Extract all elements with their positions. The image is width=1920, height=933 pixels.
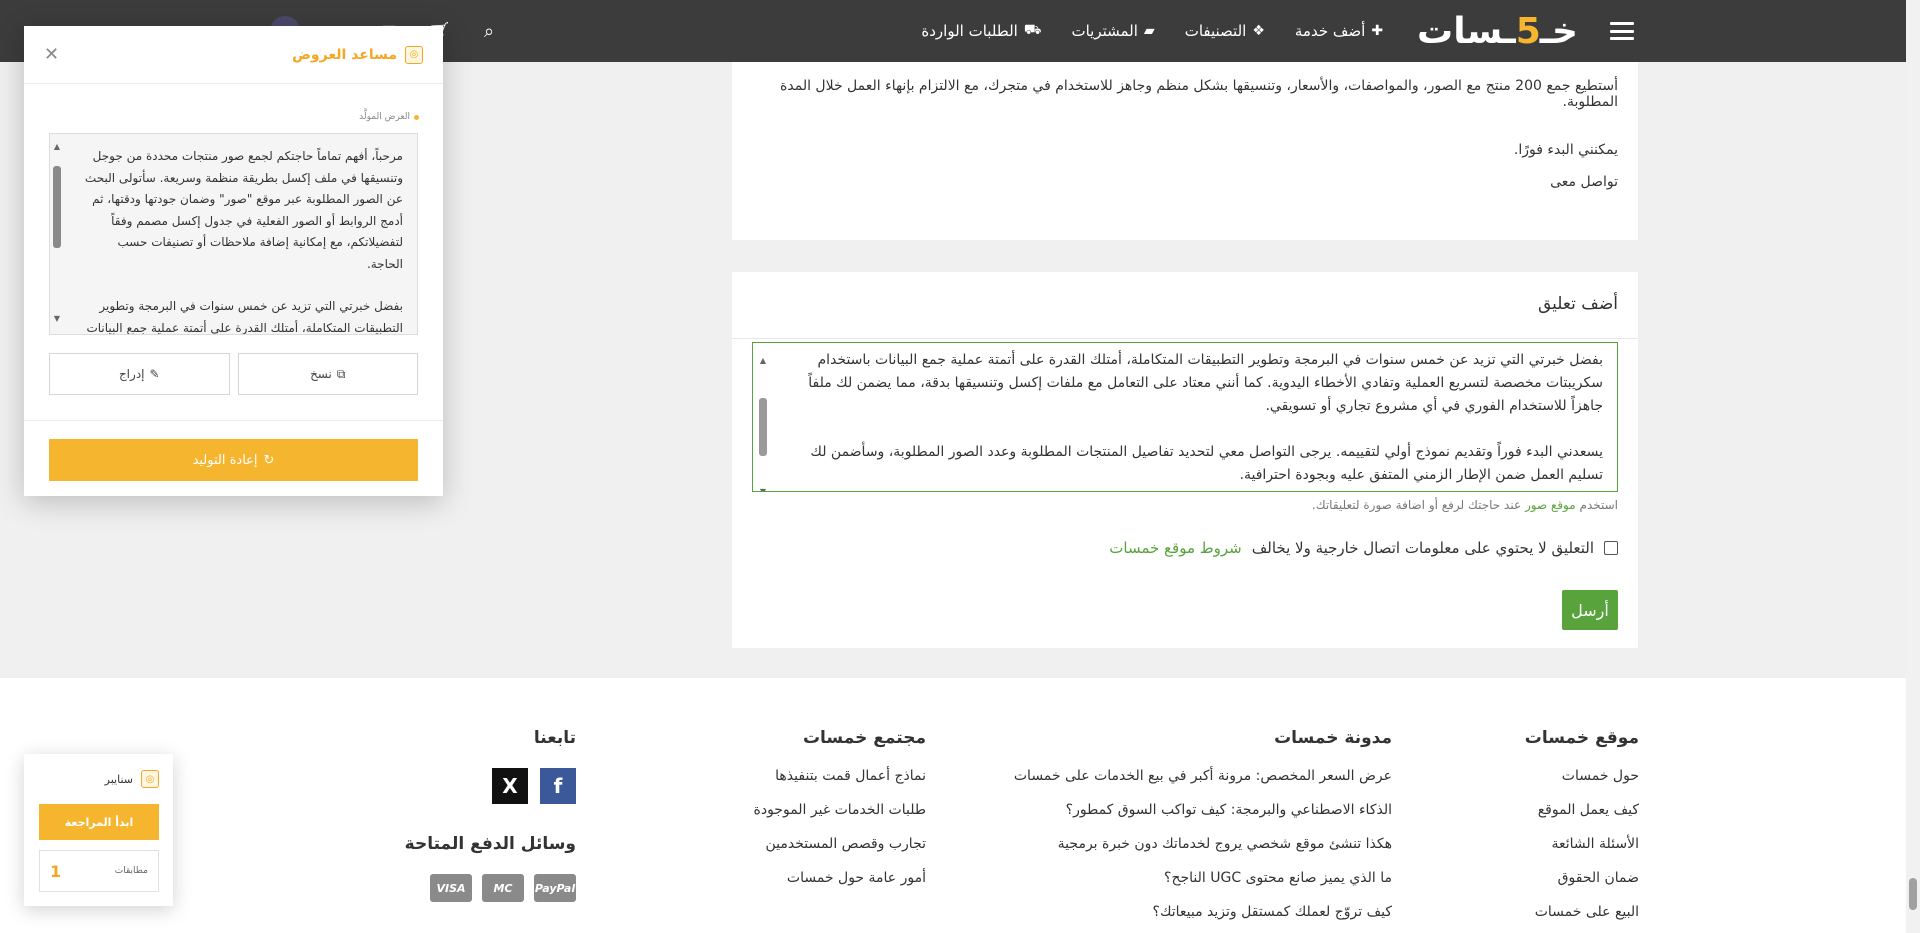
generated-offer-text[interactable]: مرحباً، أفهم تماماً حاجتكم لجمع صور منتج… xyxy=(49,133,418,335)
footer-link[interactable]: حول خمسات xyxy=(1525,768,1639,802)
sniper-header: ◎ سنايبر xyxy=(105,770,159,788)
footer-link[interactable]: كيف يعمل الموقع xyxy=(1525,802,1639,836)
footer-col-follow: تابعنا f X وسائل الدفع المتاحة PayPal MC… xyxy=(405,728,576,902)
footer-col-blog: مدونة خمسات عرض السعر المخصص: مرونة أكبر… xyxy=(1014,728,1392,933)
assistant-title: مساعد العروض xyxy=(292,46,397,63)
terms-link[interactable]: شروط موقع خمسات xyxy=(1109,539,1241,557)
payments-title: وسائل الدفع المتاحة xyxy=(404,834,576,854)
nav-categories[interactable]: ❖ التصنيفات xyxy=(1185,22,1265,40)
offer-line-1: أستطيع جمع 200 منتج مع الصور، والمواصفات… xyxy=(780,78,1618,110)
offers-assistant-panel: ◎ مساعد العروض ✕ العرض المولَّد مرحباً، … xyxy=(24,26,443,496)
paypal-icon: PayPal xyxy=(534,874,576,902)
visa-icon: VISA xyxy=(430,874,472,902)
generated-offer-label: العرض المولَّد xyxy=(359,112,419,122)
page-scroll-thumb[interactable] xyxy=(1909,878,1917,910)
copy-icon: ⧉ xyxy=(336,366,346,381)
comment-textarea[interactable]: بفضل خبرتي التي تزيد عن خمس سنوات في الب… xyxy=(752,342,1618,492)
nav-incoming-orders[interactable]: ⛟ الطلبات الواردة xyxy=(921,22,1041,40)
page-scrollbar[interactable] xyxy=(1906,0,1920,933)
generated-paragraph-2: بفضل خبرتي التي تزيد عن خمس سنوات في الب… xyxy=(86,299,403,335)
social-links: f X xyxy=(405,768,576,804)
scroll-down-icon[interactable]: ▼ xyxy=(758,480,768,491)
footer-link[interactable]: طلبات الخدمات غير الموجودة xyxy=(754,802,927,836)
target-icon: ◎ xyxy=(405,45,423,64)
matches-label: مطابقات xyxy=(114,866,148,876)
truck-icon: ⛟ xyxy=(1023,22,1042,38)
footer-col-title: موقع خمسات xyxy=(1524,728,1639,748)
textarea-scrollbar[interactable]: ▲ ▼ xyxy=(758,349,768,491)
facebook-icon[interactable]: f xyxy=(540,768,576,804)
footer-col-site: موقع خمسات حول خمسات كيف يعمل الموقع الأ… xyxy=(1525,728,1639,933)
divider xyxy=(24,420,443,421)
offer-text-scrollbar[interactable]: ▲ ▼ xyxy=(52,136,62,332)
matches-count: 1 xyxy=(50,861,62,881)
scroll-down-icon[interactable]: ▼ xyxy=(52,308,62,330)
comment-heading: أضف تعليق xyxy=(1537,294,1618,314)
menu-icon[interactable] xyxy=(1610,22,1634,40)
footer-col-title: مجتمع خمسات xyxy=(802,728,926,748)
payment-methods: PayPal MC VISA xyxy=(405,874,576,902)
scroll-up-icon[interactable]: ▲ xyxy=(52,136,62,158)
close-icon[interactable]: ✕ xyxy=(44,44,59,65)
footer-link[interactable]: البيع على خمسات xyxy=(1525,904,1639,933)
offer-line-3: تواصل معى xyxy=(1550,174,1618,190)
sniper-panel: ◎ سنايبر ابدأ المراجعة مطابقات 1 xyxy=(24,754,173,906)
nav-add-service[interactable]: ✚ أضف خدمة xyxy=(1295,22,1383,40)
footer-link[interactable]: نماذج أعمال قمت بتنفيذها xyxy=(754,768,926,802)
footer-link[interactable]: الأسئلة الشائعة xyxy=(1525,836,1640,870)
nav-purchases[interactable]: ▰ المشتريات xyxy=(1071,22,1154,40)
plus-icon: ✚ xyxy=(1371,23,1384,39)
footer-link[interactable]: كيف تروّج لعملك كمستقل وتزيد مبيعاتك؟ xyxy=(1014,904,1392,933)
scroll-up-icon[interactable]: ▲ xyxy=(758,349,768,372)
footer-link[interactable]: الذكاء الاصطناعي والبرمجة: كيف تواكب الس… xyxy=(1014,802,1392,836)
footer-link[interactable]: عرض السعر المخصص: مرونة أكبر في بيع الخد… xyxy=(1014,768,1392,802)
assistant-header: ◎ مساعد العروض ✕ xyxy=(24,26,443,84)
generated-paragraph-1: مرحباً، أفهم تماماً حاجتكم لجمع صور منتج… xyxy=(84,149,403,271)
regenerate-button[interactable]: ↻ إعادة التوليد xyxy=(49,439,418,481)
footer-link[interactable]: ما الذي يميز صانع محتوى UGC الناجح؟ xyxy=(1014,870,1392,904)
copy-button[interactable]: ⧉ نسخ xyxy=(237,353,418,395)
offer-excerpt-card: أستطيع جمع 200 منتج مع الصور، والمواصفات… xyxy=(732,62,1638,240)
scroll-thumb[interactable] xyxy=(53,165,61,248)
insert-button[interactable]: ✎ إدراج xyxy=(49,353,230,395)
comment-card: أضف تعليق بفضل خبرتي التي تزيد عن خمس سن… xyxy=(732,272,1638,648)
comment-paragraph-2: يسعدني البدء فوراً وتقديم نموذج أولي لتق… xyxy=(810,444,1603,483)
comment-help-text: استخدم موقع صور عند حاجتك لرفع أو اضافة … xyxy=(1311,498,1618,512)
terms-checkbox[interactable] xyxy=(1604,541,1618,555)
footer-col-title: تابعنا xyxy=(533,728,576,748)
divider xyxy=(732,338,1638,339)
footer-col-title: مدونة خمسات xyxy=(1274,728,1392,748)
send-button[interactable]: أرسل xyxy=(1562,590,1618,630)
footer-col-community: مجتمع خمسات نماذج أعمال قمت بتنفيذها طلب… xyxy=(754,728,927,904)
comment-paragraph-1: بفضل خبرتي التي تزيد عن خمس سنوات في الب… xyxy=(808,352,1603,414)
site-footer: موقع خمسات حول خمسات كيف يعمل الموقع الأ… xyxy=(0,678,1906,933)
search-icon[interactable]: ⌕ xyxy=(478,21,500,42)
site-logo[interactable]: خـ 5 ـسات xyxy=(1417,11,1579,52)
dot-icon xyxy=(414,114,419,120)
footer-link[interactable]: أمور عامة حول خمسات xyxy=(754,870,926,904)
start-review-button[interactable]: ابدأ المراجعة xyxy=(39,804,159,840)
nav-main: خـ 5 ـسات ✚ أضف خدمة ❖ التصنيفات ▰ المشتري… xyxy=(891,0,1634,62)
offer-line-2: يمكنني البدء فورًا. xyxy=(1513,142,1618,158)
target-icon: ◎ xyxy=(141,770,159,788)
x-twitter-icon[interactable]: X xyxy=(492,768,528,804)
sniper-title: سنايبر xyxy=(104,772,133,786)
images-site-link[interactable]: موقع صور xyxy=(1525,498,1576,512)
folder-icon: ▰ xyxy=(1143,23,1155,39)
edit-icon: ✎ xyxy=(149,367,160,381)
assistant-actions: ⧉ نسخ ✎ إدراج xyxy=(49,353,418,395)
footer-link[interactable]: تجارب وقصص المستخدمين xyxy=(754,836,926,870)
refresh-icon: ↻ xyxy=(263,452,275,468)
mastercard-icon: MC xyxy=(482,874,524,902)
footer-link[interactable]: هكذا تنشئ موقع شخصي يروج لخدماتك دون خبر… xyxy=(1014,836,1392,870)
matches-counter: مطابقات 1 xyxy=(39,850,159,892)
footer-link[interactable]: ضمان الحقوق xyxy=(1525,870,1639,904)
scroll-thumb[interactable] xyxy=(759,398,767,456)
terms-agreement: التعليق لا يحتوي على معلومات اتصال خارجي… xyxy=(1109,539,1618,557)
cubes-icon: ❖ xyxy=(1252,23,1265,39)
